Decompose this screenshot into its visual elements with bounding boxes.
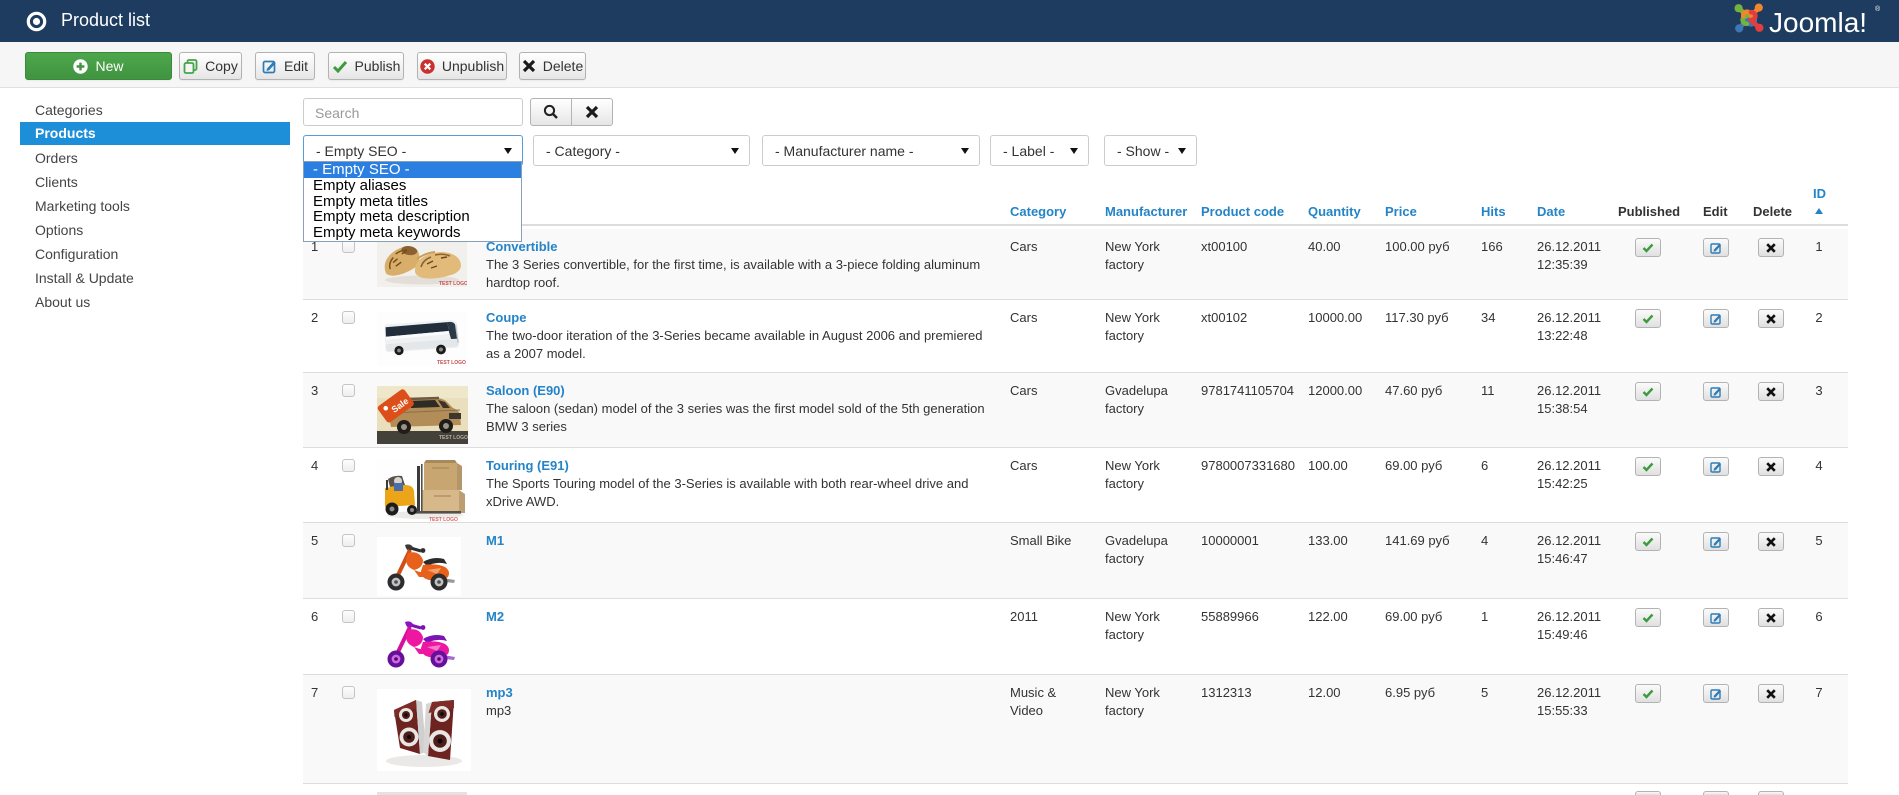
svg-text:TEST LOGO: TEST LOGO [437, 360, 466, 366]
svg-text:TEST LOGO: TEST LOGO [439, 435, 468, 441]
svg-text:®: ® [1875, 5, 1881, 13]
svg-text:Joomla!: Joomla! [1769, 7, 1867, 38]
svg-text:TEST LOGO: TEST LOGO [439, 281, 467, 287]
